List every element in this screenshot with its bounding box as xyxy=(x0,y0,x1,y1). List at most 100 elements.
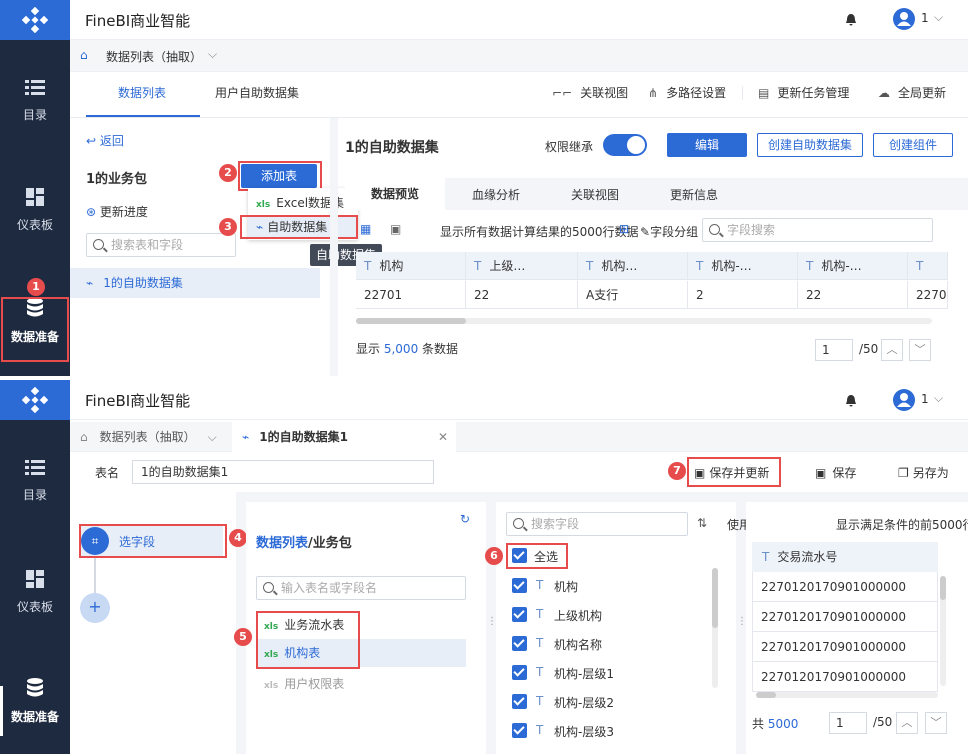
h-scrollbar[interactable] xyxy=(356,318,932,324)
subtab-lineage[interactable]: 血缘分析 xyxy=(472,186,520,203)
page-input[interactable]: 1 xyxy=(815,339,853,361)
field-row[interactable]: T 机构-层级2 xyxy=(512,694,702,714)
edit-icon: ✎ xyxy=(640,225,651,239)
tab-data-list[interactable]: 数据列表 xyxy=(118,78,166,108)
chevron-down-icon[interactable]: ⌵ xyxy=(934,10,943,25)
cloud-icon: ☁ xyxy=(878,86,890,100)
list-item[interactable]: ⌁ 1的自助数据集 xyxy=(70,268,320,298)
page-input-2[interactable]: 1 xyxy=(829,712,867,734)
table-cell: 2270 xyxy=(908,281,948,309)
avatar[interactable] xyxy=(893,8,915,30)
layout-icon[interactable]: ▣ xyxy=(390,222,401,236)
multipath-label: 多路径设置 xyxy=(666,86,727,100)
rail-dashboard[interactable]: 仪表板 xyxy=(0,188,70,233)
rail-data-prep-label: 数据准备 xyxy=(10,710,59,724)
step-badge-5: 5 xyxy=(234,628,252,646)
copy-icon: ❐ xyxy=(898,466,909,480)
rail-dashboard-label: 仪表板 xyxy=(16,600,53,614)
v-scrollbar-2[interactable] xyxy=(940,576,946,686)
rail-data-prep-2[interactable]: 数据准备 xyxy=(0,678,70,736)
group-text: 字段分组 xyxy=(650,225,699,239)
table-item-3[interactable]: xls 用户权限表 xyxy=(256,671,466,697)
app-logo[interactable] xyxy=(0,0,70,40)
checkbox-checked-icon[interactable] xyxy=(512,548,527,563)
table-header-cell[interactable]: T xyxy=(908,252,948,280)
table-header-cell[interactable]: T 机构-… xyxy=(688,252,798,280)
rail-catalog[interactable]: 目录 xyxy=(0,80,70,123)
top-screenshot: 目录 仪表板 数据准备 1 FineBI商业智能 1 ⌵ ⌂ 数据列表（抽取） … xyxy=(0,0,968,376)
field-row[interactable]: T 机构-层级3 xyxy=(512,723,702,743)
field-row[interactable]: T 机构 xyxy=(512,578,702,598)
field-row[interactable]: T 机构-层级1 xyxy=(512,665,702,685)
chevron-down-icon[interactable]: ⌵ xyxy=(934,391,943,406)
subtab-update[interactable]: 更新信息 xyxy=(670,186,718,203)
back-link[interactable]: ↩ 返回 xyxy=(86,132,124,149)
bell-icon[interactable] xyxy=(845,394,857,410)
edit-button[interactable]: 编辑 xyxy=(667,133,747,157)
avatar-2[interactable] xyxy=(893,389,915,411)
checkbox-checked-icon[interactable] xyxy=(512,665,527,680)
page-up-icon[interactable]: ︿ xyxy=(881,339,903,361)
dashboard-icon xyxy=(26,188,44,206)
close-icon[interactable]: ✕ xyxy=(438,422,448,452)
search-placeholder: 搜索表和字段 xyxy=(111,238,184,252)
multipath-button[interactable]: ⋔ 多路径设置 xyxy=(648,78,726,108)
global-update-button[interactable]: ☁ 全局更新 xyxy=(878,78,946,108)
field-search-input[interactable]: 字段搜索 xyxy=(702,218,933,242)
header-label: 机构… xyxy=(601,259,638,273)
source-path-a[interactable]: 数据列表 xyxy=(256,536,308,551)
table-header-cell[interactable]: T 机构 xyxy=(356,252,466,280)
v-scrollbar[interactable] xyxy=(712,568,718,688)
create-comp-button[interactable]: 创建组件 xyxy=(873,133,953,157)
rail-dashboard-2[interactable]: 仪表板 xyxy=(0,570,70,615)
database-icon xyxy=(27,678,43,697)
rail-catalog-2[interactable]: 目录 xyxy=(0,460,70,503)
assoc-view-button[interactable]: ⌐⌐ 关联视图 xyxy=(552,78,628,108)
field-row[interactable]: T 上级机构 xyxy=(512,607,702,627)
tab-data-list-2[interactable]: ⌂ 数据列表（抽取） ⌵ xyxy=(70,422,232,452)
tree-icon: ⋔ xyxy=(648,86,659,100)
table-header-cell[interactable]: T 上级… xyxy=(466,252,578,280)
field-row[interactable]: T 机构名称 xyxy=(512,636,702,656)
save-as-button[interactable]: ❐ 另存为 xyxy=(898,464,949,481)
grid-icon[interactable]: ▦ xyxy=(360,222,371,236)
sort-icon[interactable]: ⇅ xyxy=(697,516,707,530)
checkbox-checked-icon[interactable] xyxy=(512,636,527,651)
page-down-icon[interactable]: ﹀ xyxy=(925,712,947,734)
subtab-assoc[interactable]: 关联视图 xyxy=(571,186,619,203)
table-header-cell[interactable]: T 机构-… xyxy=(798,252,908,280)
create-self-button[interactable]: 创建自助数据集 xyxy=(757,133,863,157)
highlight-step xyxy=(79,524,227,558)
bottom-screenshot: 目录 仪表板 数据准备 FineBI商业智能 1 ⌵ ⌂ 数据列表（抽取） ⌵ ⌁ 1… xyxy=(0,380,968,754)
add-step-button[interactable]: + xyxy=(80,593,110,623)
group-label[interactable]: ✎字段分组 xyxy=(640,223,698,240)
refresh-icon[interactable]: ↻ xyxy=(460,512,470,526)
perm-toggle[interactable] xyxy=(603,134,647,156)
list-icon xyxy=(25,460,45,475)
tab-dataset[interactable]: ⌁ 1的自助数据集1 ✕ xyxy=(232,422,456,452)
progress-link[interactable]: ⊛ 更新进度 xyxy=(86,203,148,220)
save-label: 保存 xyxy=(832,466,857,480)
tab-user-dataset[interactable]: 用户自助数据集 xyxy=(215,78,299,108)
table-header-cell[interactable]: T 机构… xyxy=(578,252,688,280)
bell-icon[interactable] xyxy=(845,13,857,26)
table-search-input[interactable]: 输入表名或字段名 xyxy=(256,576,466,600)
breadcrumb[interactable]: 数据列表（抽取） xyxy=(106,48,202,65)
h-scrollbar-2[interactable] xyxy=(756,692,938,698)
table-name-input[interactable]: 1的自助数据集1 xyxy=(132,460,434,484)
chevron-down-icon[interactable]: ⌵ xyxy=(208,47,217,62)
checkbox-checked-icon[interactable] xyxy=(512,607,527,622)
checkbox-checked-icon[interactable] xyxy=(512,723,527,738)
search-tables-input[interactable]: 搜索表和字段 xyxy=(86,233,236,257)
top-header: FineBI商业智能 1 ⌵ xyxy=(70,0,968,40)
page-down-icon[interactable]: ﹀ xyxy=(909,339,931,361)
checkbox-checked-icon[interactable] xyxy=(512,694,527,709)
group-icon[interactable]: ⊞ xyxy=(619,222,629,236)
field-search-input-2[interactable]: 搜索字段 xyxy=(506,512,688,536)
app-logo-2[interactable] xyxy=(0,380,70,420)
save-button[interactable]: ▣ 保存 xyxy=(815,464,856,481)
page-up-icon[interactable]: ︿ xyxy=(896,712,918,734)
checkbox-checked-icon[interactable] xyxy=(512,578,527,593)
subtab-preview[interactable]: 数据预览 xyxy=(345,178,445,210)
task-mgmt-button[interactable]: ▤ 更新任务管理 xyxy=(758,78,849,108)
